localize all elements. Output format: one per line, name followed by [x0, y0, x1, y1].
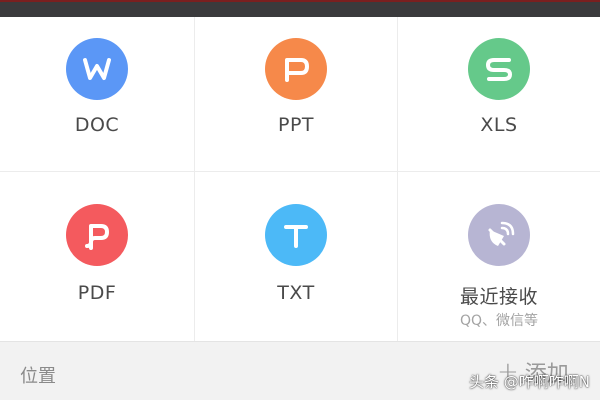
t-letter-icon [265, 204, 327, 266]
file-type-recent[interactable]: 最近接收 QQ、微信等 [398, 172, 600, 341]
watermark: 头条 @咋啊咋啊N [469, 373, 590, 391]
file-type-sublabel: QQ、微信等 [459, 313, 539, 329]
s-letter-icon [468, 38, 530, 100]
file-type-label: DOC [74, 114, 120, 136]
file-type-ppt[interactable]: PPT [195, 17, 398, 172]
file-type-pdf[interactable]: PDF [0, 172, 195, 341]
top-bar [0, 0, 600, 17]
file-type-label: 最近接收 [459, 286, 538, 308]
w-letter-icon [66, 38, 128, 100]
file-type-grid: DOC PPT XLS PDF TXT 最近接收 QQ、微信等 [0, 17, 600, 341]
file-type-txt[interactable]: TXT [195, 172, 398, 341]
file-type-label: XLS [480, 114, 518, 136]
pdf-icon [66, 204, 128, 266]
p-letter-icon [265, 38, 327, 100]
file-type-label: PPT [277, 114, 315, 136]
file-type-xls[interactable]: XLS [398, 17, 600, 172]
location-label: 位置 [20, 366, 56, 387]
satellite-dish-icon [468, 204, 530, 266]
file-type-doc[interactable]: DOC [0, 17, 195, 172]
file-type-label: PDF [77, 282, 117, 304]
file-type-label: TXT [277, 282, 315, 304]
